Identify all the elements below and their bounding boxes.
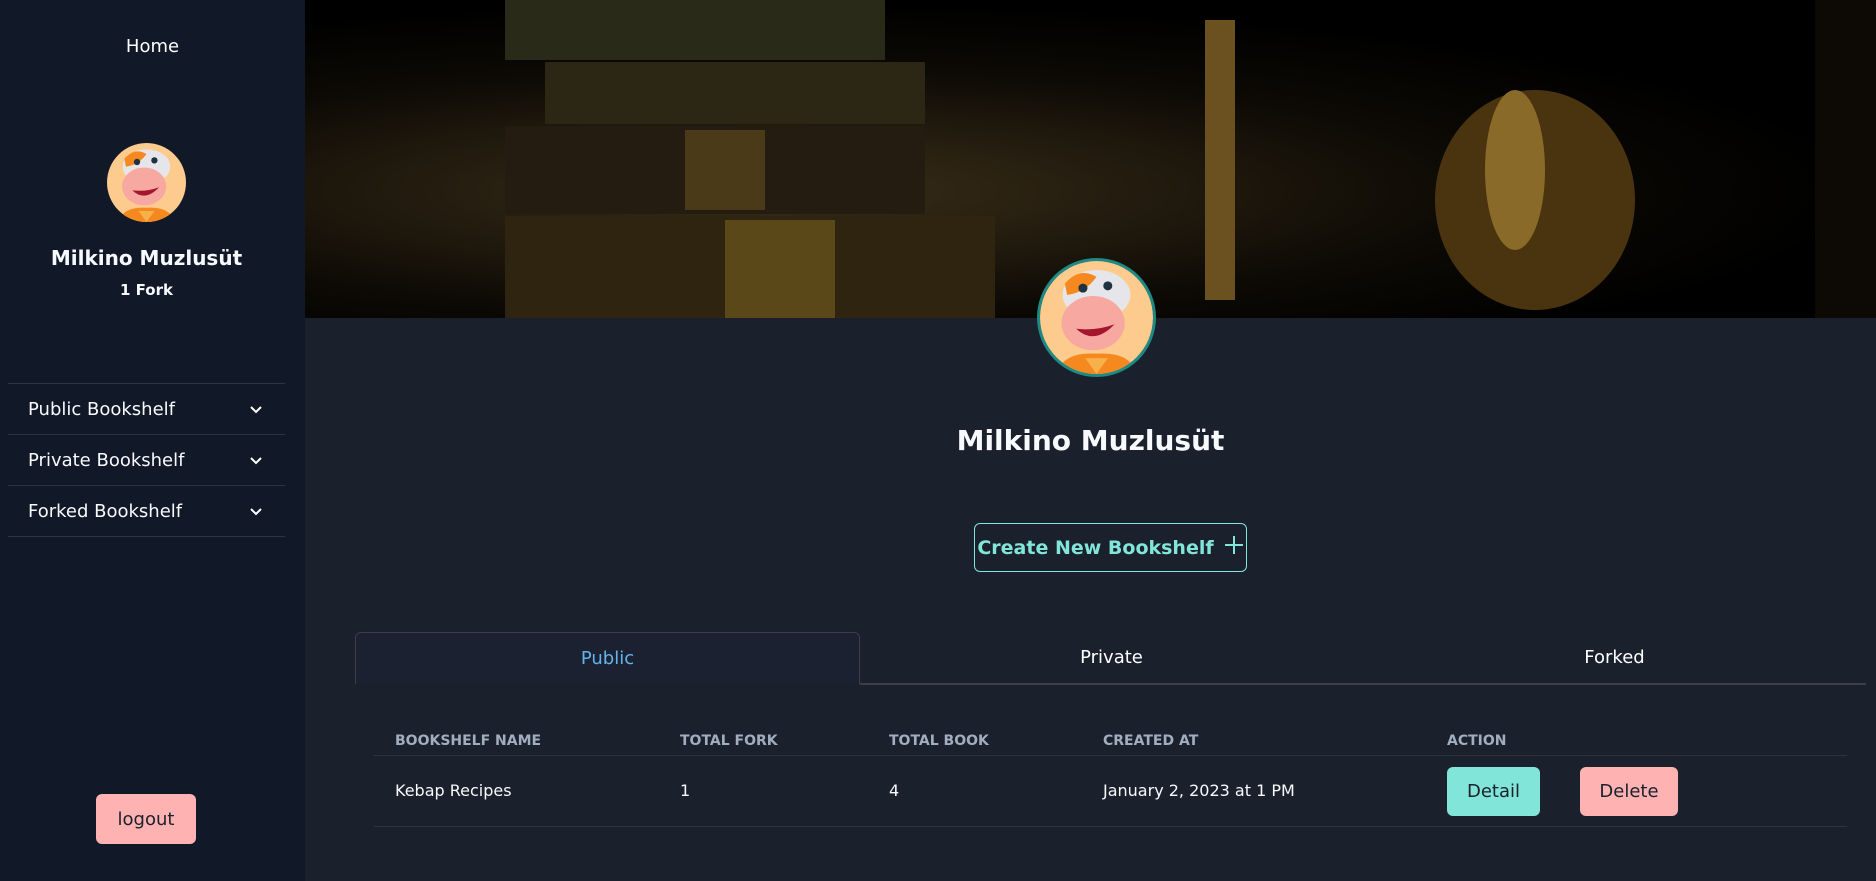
accordion-private-bookshelf[interactable]: Private Bookshelf [8,435,285,486]
create-bookshelf-button[interactable]: Create New Bookshelf [974,523,1247,572]
tab-private[interactable]: Private [860,632,1363,683]
cell-books: 4 [889,781,900,800]
table-row: Kebap Recipes 1 4 January 2, 2023 at 1 P… [374,756,1847,827]
home-link[interactable]: Home [0,36,305,57]
accordion-public-bookshelf[interactable]: Public Bookshelf [8,384,285,435]
tab-forked[interactable]: Forked [1363,632,1866,683]
accordion-forked-bookshelf[interactable]: Forked Bookshelf [8,486,285,537]
tab-public[interactable]: Public [355,632,860,685]
profile-name: Milkino Muzlusüt [956,424,1225,457]
accordion-label: Private Bookshelf [28,449,185,471]
header-bookshelf-name: BOOKSHELF NAME [395,733,542,749]
cell-name: Kebap Recipes [395,781,512,800]
profile-avatar [1037,258,1156,377]
header-total-book: TOTAL BOOK [889,733,989,749]
create-label: Create New Bookshelf [977,536,1214,559]
header-action: ACTION [1447,733,1507,749]
header-created-at: CREATED AT [1103,733,1199,749]
sidebar: Home Milkino Muzlusüt 1 Fork Public Book… [0,0,305,881]
delete-button[interactable]: Delete [1580,767,1678,816]
bookshelf-tabs: Public Private Forked [355,632,1866,685]
fork-count: 1 Fork [120,281,173,299]
cell-created: January 2, 2023 at 1 PM [1103,781,1295,800]
logout-button[interactable]: logout [96,794,196,844]
bookshelf-accordion: Public Bookshelf Private Bookshelf Forke… [8,383,285,537]
cell-forks: 1 [680,781,691,800]
header-total-fork: TOTAL FORK [680,733,778,749]
chevron-down-icon [249,501,263,522]
bookshelf-table: BOOKSHELF NAME TOTAL FORK TOTAL BOOK CRE… [374,720,1847,827]
detail-button[interactable]: Detail [1447,767,1540,816]
plus-icon [1224,535,1244,560]
table-header: BOOKSHELF NAME TOTAL FORK TOTAL BOOK CRE… [374,720,1847,756]
accordion-label: Public Bookshelf [28,398,175,420]
avatar [107,143,186,222]
chevron-down-icon [249,450,263,471]
chevron-down-icon [249,399,263,420]
user-name: Milkino Muzlusüt [50,246,243,270]
accordion-label: Forked Bookshelf [28,500,183,522]
